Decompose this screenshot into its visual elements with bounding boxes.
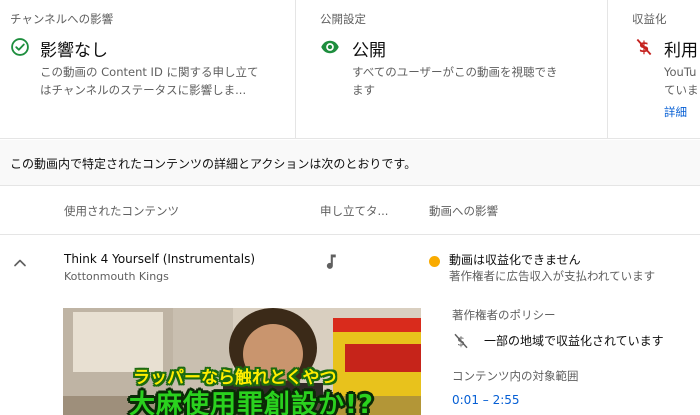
description-line: はチャンネルのステータスに影響しま... [40, 83, 247, 97]
visibility-title: 公開設定 [320, 12, 366, 26]
chevron-up-icon[interactable] [10, 253, 30, 273]
intro-text: この動画内で特定されたコンテンツの詳細とアクションは次のとおりです。 [10, 157, 417, 171]
monetization-title: 収益化 [632, 12, 667, 26]
channel-impact-card: チャンネルへの影響 影響なし この動画の Content ID に関する申し立て… [0, 0, 296, 139]
visibility-status: 公開 [352, 41, 386, 61]
table-header: 使用されたコンテンツ 申し立てタ... 動画への影響 [0, 187, 700, 235]
visibility-card: 公開設定 公開 すべてのユーザーがこの動画を視聴でき ます [296, 0, 608, 139]
description-line: すべてのユーザーがこの動画を視聴でき [352, 65, 558, 79]
monetization-status: 利用 [664, 41, 698, 61]
channel-impact-description: この動画の Content ID に関する申し立て はチャンネルのステータスに影… [40, 63, 276, 99]
channel-impact-title: チャンネルへの影響 [10, 12, 114, 26]
visibility-description: すべてのユーザーがこの動画を視聴でき ます [352, 63, 588, 99]
monetization-description: YouTu ていま [664, 63, 700, 99]
description-line: ていま [664, 83, 699, 97]
policy-label: 著作権者のポリシー [452, 308, 556, 322]
no-dollar-icon: $ [454, 333, 468, 350]
thumbnail-caption-main: 大麻使用罪創設か!? [129, 390, 374, 415]
policy-text: 一部の地域で収益化されています [484, 334, 664, 348]
description-line: この動画の Content ID に関する申し立て [40, 65, 259, 79]
video-thumbnail: ラッパーなら触れとくやつ 大麻使用罪創設か!? [63, 308, 421, 415]
content-title: Think 4 Yourself (Instrumentals) [64, 252, 256, 266]
intro-banner: この動画内で特定されたコンテンツの詳細とアクションは次のとおりです。 [0, 140, 700, 186]
check-circle-icon [11, 38, 29, 56]
impact-sub-text: 著作権者に広告収入が支払われています [449, 269, 656, 283]
channel-impact-status: 影響なし [40, 41, 108, 61]
warning-status-dot [429, 256, 440, 267]
impact-main-text: 動画は収益化できません [449, 253, 581, 267]
header-impact: 動画への影響 [429, 204, 498, 218]
no-dollar-icon: $ [636, 38, 652, 56]
music-note-icon [326, 254, 336, 269]
description-line: ます [352, 83, 375, 97]
summary-cards: チャンネルへの影響 影響なし この動画の Content ID に関する申し立て… [0, 0, 700, 139]
range-value-link[interactable]: 0:01 – 2:55 [452, 393, 520, 407]
content-artist: Kottonmouth Kings [64, 270, 169, 283]
details-link[interactable]: 詳細 [664, 104, 687, 120]
range-label: コンテンツ内の対象範囲 [452, 369, 579, 383]
description-line: YouTu [664, 65, 697, 79]
header-content: 使用されたコンテンツ [64, 204, 179, 218]
monetization-card: 収益化 $ 利用 YouTu ていま 詳細 [608, 0, 700, 139]
eye-icon [321, 40, 339, 54]
header-claim-type: 申し立てタ... [320, 204, 389, 218]
